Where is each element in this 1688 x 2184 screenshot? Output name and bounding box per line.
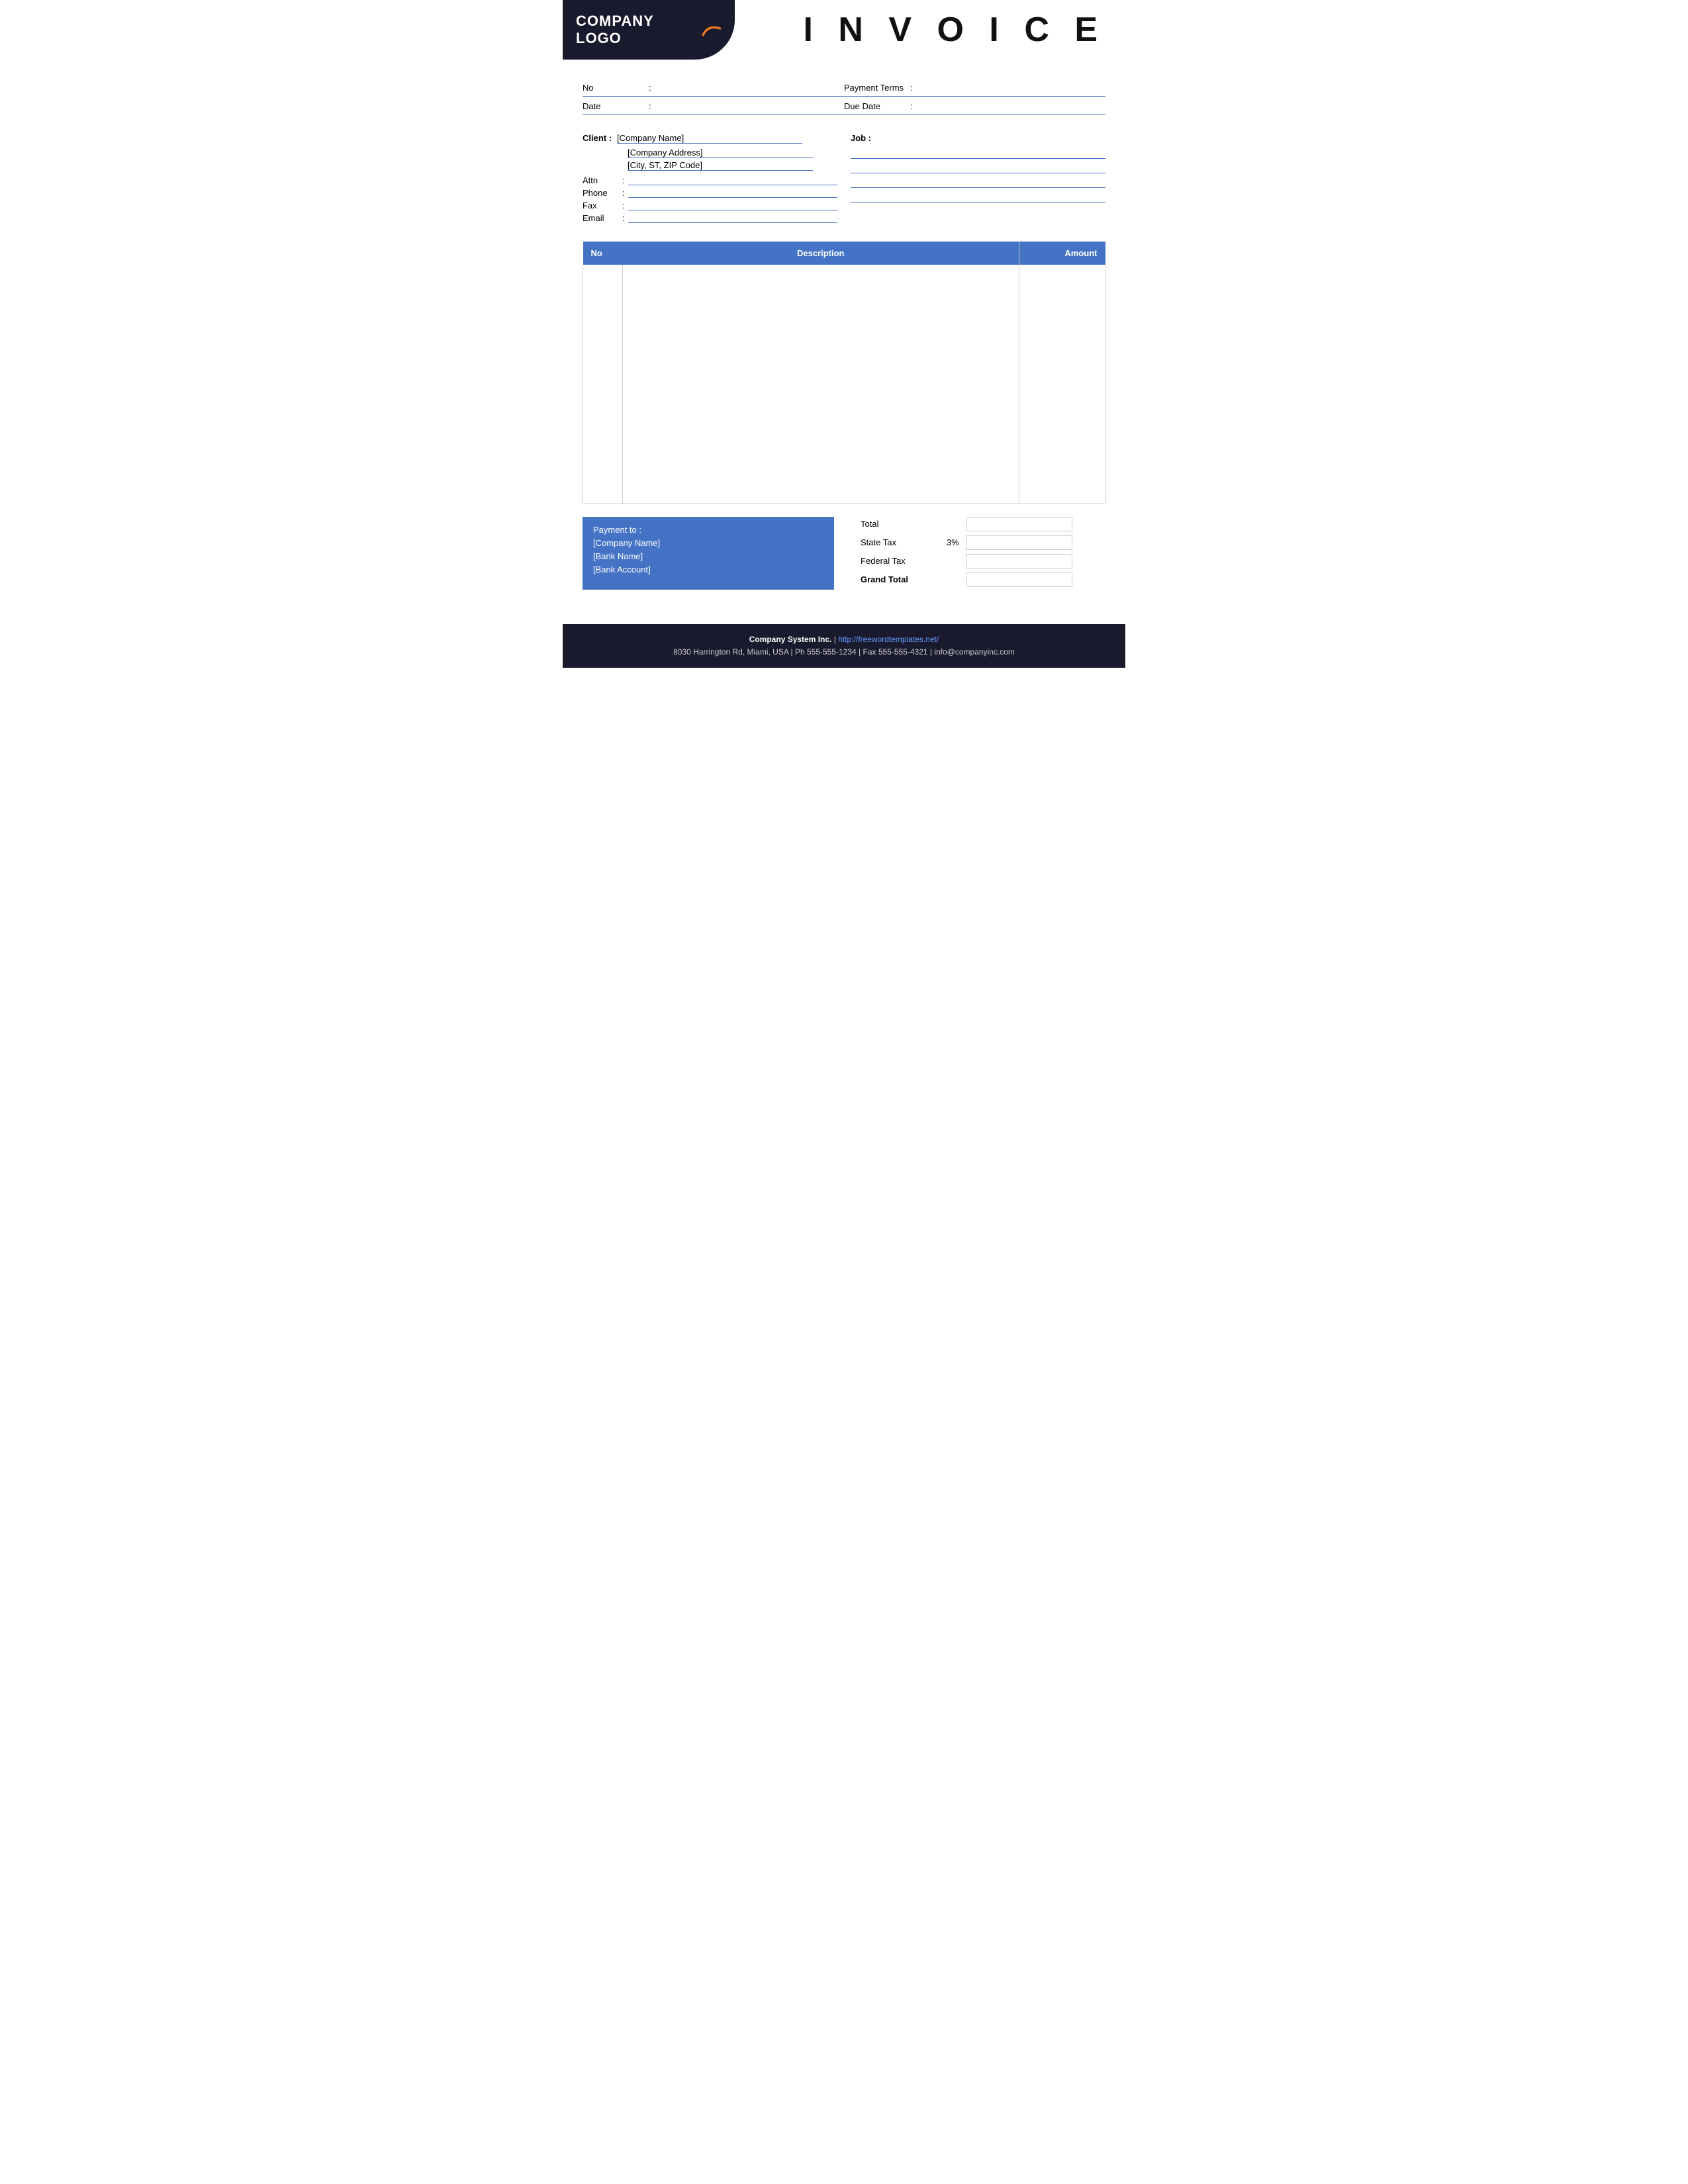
grand-total-label: Grand Total [861,574,947,584]
table-header: No Description Amount [583,242,1105,265]
state-tax-value[interactable] [966,535,1072,550]
federal-tax-label: Federal Tax [861,556,947,566]
no-label: No [583,83,649,93]
email-colon: : [622,213,625,223]
date-row: Date : Due Date : [583,98,1105,115]
job-value-4[interactable] [851,192,1105,203]
state-tax-row: State Tax 3% [861,535,1105,550]
col-description: Description [623,242,1019,265]
payment-company-name[interactable]: [Company Name] [593,538,823,548]
date-colon: : [649,101,651,111]
job-line4 [851,192,1105,203]
footer: Company System Inc. | http://freewordtem… [563,624,1125,668]
job-line2 [851,163,1105,173]
logo-area: COMPANY LOGO [563,0,735,60]
no-row: No : Payment Terms : [583,79,1105,97]
attn-label: Attn [583,175,622,185]
job-value-2[interactable] [851,163,1105,173]
footer-line1: Company System Inc. | http://freewordtem… [576,633,1112,646]
due-date-colon: : [910,101,913,111]
no-left: No : [583,83,844,93]
state-tax-label: State Tax [861,537,947,547]
fax-value[interactable] [628,200,837,210]
payment-terms-right: Payment Terms : [844,83,1105,93]
footer-company: Company System Inc. [749,635,832,644]
footer-line2: 8030 Harrington Rd, Miami, USA | Ph 555-… [576,646,1112,659]
logo-text: COMPANY LOGO [576,13,702,47]
payment-terms-colon: : [910,83,913,93]
no-colon: : [649,83,651,93]
email-value[interactable] [628,212,837,223]
job-value-3[interactable] [851,177,1105,188]
table-cell-no[interactable] [583,265,623,503]
client-company-name[interactable]: [Company Name] [617,133,802,144]
payment-bank-account[interactable]: [Bank Account] [593,565,823,574]
table-cell-description[interactable] [623,265,1019,503]
bottom-section: Payment to : [Company Name] [Bank Name] … [563,510,1125,598]
table-body [583,265,1105,503]
due-date-right: Due Date : [844,101,1105,111]
attn-value[interactable] [628,175,837,185]
job-line3 [851,177,1105,188]
info-section: No : Payment Terms : Date : Due Date : [563,73,1125,123]
totals-section: Total State Tax 3% Federal Tax Grand Tot… [834,517,1105,591]
email-row: Email : [583,212,837,223]
phone-row: Phone : [583,187,837,198]
client-label: Client : [583,133,612,143]
due-date-label: Due Date [844,101,910,111]
fax-row: Fax : [583,200,837,210]
phone-colon: : [622,188,625,198]
date-label: Date [583,101,649,111]
client-column: Client : [Company Name] [Company Address… [583,133,837,225]
footer-website[interactable]: http://freewordtemplates.net/ [838,635,939,644]
payment-box: Payment to : [Company Name] [Bank Name] … [583,517,834,590]
col-no: No [583,242,623,265]
fax-label: Fax [583,201,622,210]
invoice-title: I N V O I C E [804,10,1106,50]
job-value-1[interactable] [851,148,1105,159]
total-row: Total [861,517,1105,531]
table-cell-amount[interactable] [1019,265,1105,503]
logo-arc-icon [702,23,722,36]
total-label: Total [861,519,947,529]
client-city[interactable]: [City, ST, ZIP Code] [628,160,813,171]
phone-label: Phone [583,188,622,198]
total-value[interactable] [966,517,1072,531]
attn-row: Attn : [583,175,837,185]
payment-title: Payment to : [593,525,823,535]
table-header-row: No Description Amount [583,242,1105,265]
invoice-table: No Description Amount [583,242,1105,504]
col-amount: Amount [1019,242,1105,265]
email-label: Email [583,213,622,223]
payment-bank-name[interactable]: [Bank Name] [593,551,823,561]
federal-tax-value[interactable] [966,554,1072,569]
grand-total-value[interactable] [966,572,1072,587]
fax-colon: : [622,201,625,210]
table-row [583,265,1105,503]
state-tax-pct: 3% [947,537,966,547]
job-line1 [851,148,1105,159]
attn-colon: : [622,175,625,185]
payment-terms-label: Payment Terms [844,83,910,93]
grand-total-row: Grand Total [861,572,1105,587]
invoice-title-area: I N V O I C E [735,0,1125,60]
job-label: Job : [851,133,871,143]
header: COMPANY LOGO I N V O I C E [563,0,1125,60]
federal-tax-row: Federal Tax [861,554,1105,569]
phone-value[interactable] [628,187,837,198]
job-column: Job : [837,133,1105,225]
date-left: Date : [583,101,844,111]
client-job-section: Client : [Company Name] [Company Address… [563,123,1125,235]
client-company-address[interactable]: [Company Address] [628,148,813,158]
